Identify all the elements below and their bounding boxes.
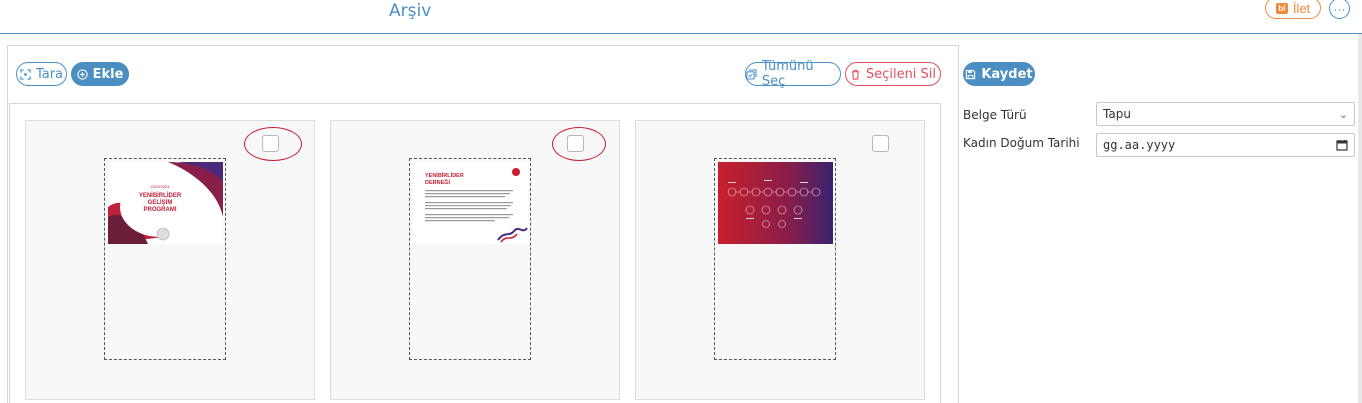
page-title: Arşiv	[389, 1, 432, 21]
select-all-button-label: Tümünü Seç	[761, 59, 814, 89]
thumb-line: 2023/2024	[151, 184, 171, 189]
save-button-label: Kaydet	[981, 66, 1033, 82]
trash-icon	[851, 69, 860, 80]
document-checkbox[interactable]	[567, 135, 584, 152]
save-button[interactable]: Kaydet	[963, 62, 1035, 86]
select-all-icon	[746, 68, 757, 80]
add-circle-icon	[76, 68, 88, 80]
scan-icon	[20, 68, 31, 80]
calendar-icon[interactable]	[1336, 139, 1348, 151]
document-checkbox[interactable]	[872, 135, 889, 152]
document-thumbnail: YENİBİRLİDER DERNEĞİ	[413, 162, 528, 244]
document-thumbnail: 2023/2024 YENİBİRLİDER GELİŞİM PROGRAMI	[108, 162, 223, 244]
document-card[interactable]: YENİBİRLİDER DERNEĞİ	[330, 120, 620, 400]
document-page: 2023/2024 YENİBİRLİDER GELİŞİM PROGRAMI	[104, 158, 226, 360]
infographic-image	[718, 162, 833, 244]
document-thumbnail	[718, 162, 833, 244]
scan-button-label: Tara	[35, 66, 64, 82]
document-card[interactable]: 2023/2024 YENİBİRLİDER GELİŞİM PROGRAMI	[25, 120, 315, 400]
thumb-line: YENİBİRLİDER	[425, 172, 464, 179]
document-card[interactable]	[635, 120, 925, 400]
thumb-line: DERNEĞİ	[425, 178, 451, 186]
message-icon: bi	[1275, 2, 1288, 14]
thumb-line: PROGRAMI	[144, 207, 177, 213]
chevron-down-icon: ⌄	[1338, 108, 1348, 121]
delete-selected-button-label: Seçileni Sil	[865, 66, 937, 82]
birth-date-label: Kadın Doğum Tarihi	[963, 136, 1080, 150]
ilet-button-label: İlet	[1292, 0, 1311, 16]
add-button-label: Ekle	[92, 66, 124, 82]
birth-date-field[interactable]: gg.aa.yyyy	[1096, 133, 1355, 157]
document-type-value: Tapu	[1103, 107, 1131, 121]
program-cover-image: 2023/2024 YENİBİRLİDER GELİŞİM PROGRAMI	[108, 162, 223, 244]
metadata-panel	[959, 34, 1362, 403]
scan-button[interactable]: Tara	[16, 62, 67, 86]
association-doc-image: YENİBİRLİDER DERNEĞİ	[413, 162, 528, 244]
top-bar: Arşiv bi İlet ···	[0, 0, 1362, 34]
document-page	[714, 158, 836, 360]
delete-selected-button[interactable]: Seçileni Sil	[845, 62, 941, 86]
document-page: YENİBİRLİDER DERNEĞİ	[409, 158, 531, 360]
save-icon	[966, 69, 976, 79]
document-type-select[interactable]: Tapu ⌄	[1096, 102, 1355, 126]
add-button[interactable]: Ekle	[71, 62, 129, 86]
ilet-button[interactable]: bi İlet	[1265, 0, 1321, 19]
vertical-scrollbar[interactable]	[1358, 34, 1362, 403]
more-options-button[interactable]: ···	[1329, 0, 1350, 19]
document-type-label: Belge Türü	[963, 108, 1027, 122]
select-all-button[interactable]: Tümünü Seç	[745, 59, 841, 89]
thumb-line: YENİBİRLİDER	[139, 192, 182, 199]
document-checkbox[interactable]	[262, 135, 279, 152]
thumb-line: GELİŞİM	[148, 199, 173, 206]
birth-date-placeholder: gg.aa.yyyy	[1103, 138, 1176, 152]
more-icon: ···	[1333, 1, 1346, 16]
